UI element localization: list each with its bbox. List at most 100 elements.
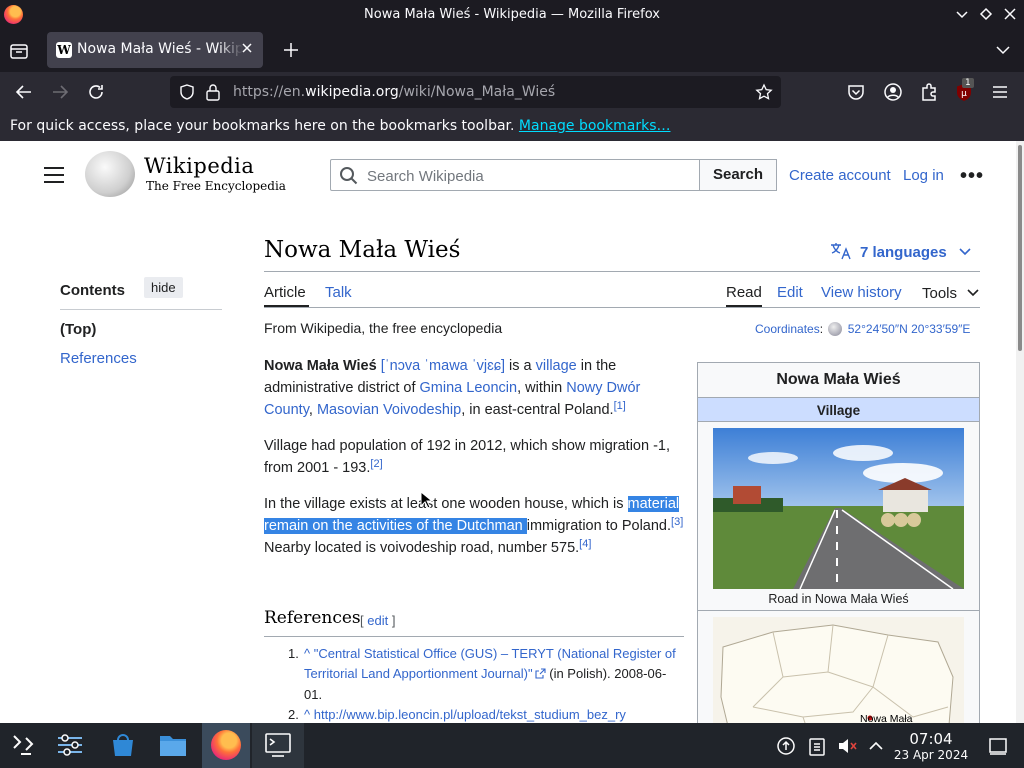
search-input[interactable] bbox=[367, 165, 687, 187]
clock[interactable]: 07:04 23 Apr 2024 bbox=[880, 730, 982, 762]
main-menu-icon[interactable] bbox=[44, 167, 64, 183]
masovian-voivodeship-link[interactable]: Masovian Voivodeship bbox=[317, 402, 461, 418]
search-button[interactable]: Search bbox=[699, 159, 777, 191]
web-content: Wikipedia The Free Encyclopedia Search C… bbox=[0, 141, 1016, 723]
location-map[interactable]: Nowa Mała bbox=[713, 617, 964, 723]
infobox-title: Nowa Mała Wieś bbox=[776, 371, 901, 388]
clipboard-icon[interactable] bbox=[806, 735, 828, 757]
text-run: Nearby located is voivodeship road, numb… bbox=[264, 540, 580, 556]
close-window-icon[interactable] bbox=[1000, 4, 1020, 24]
tab-article[interactable]: Article bbox=[264, 284, 306, 301]
infobox-subtitle: Village bbox=[698, 397, 979, 422]
infobox-caption: Road in Nowa Mała Wieś bbox=[768, 592, 909, 606]
toc-title: Contents bbox=[60, 282, 125, 299]
ref-backlink[interactable]: ^ bbox=[304, 707, 310, 722]
discover-store-icon[interactable] bbox=[108, 730, 138, 760]
toc-item-references[interactable]: References bbox=[60, 350, 137, 367]
tabs-divider bbox=[264, 307, 980, 308]
address-bar[interactable]: https://en.wikipedia.org/wiki/Nowa_Mała_… bbox=[170, 76, 781, 108]
list-all-tabs-icon[interactable] bbox=[994, 41, 1012, 59]
network-icon[interactable] bbox=[775, 735, 797, 757]
terminal-icon bbox=[264, 731, 292, 763]
coordinates-value[interactable]: 52°24′50″N 20°33′59″E bbox=[848, 322, 971, 336]
forward-icon bbox=[49, 81, 71, 103]
village-link[interactable]: village bbox=[536, 358, 577, 374]
toc-hide-button[interactable]: hide bbox=[144, 277, 183, 298]
citation-1[interactable]: [1] bbox=[614, 400, 626, 412]
taskbar-firefox[interactable] bbox=[202, 723, 250, 768]
lock-icon[interactable] bbox=[205, 83, 221, 105]
paragraph-population: Village had population of 192 in 2012, w… bbox=[264, 435, 689, 479]
references-divider bbox=[264, 636, 684, 637]
clock-date: 23 Apr 2024 bbox=[893, 748, 969, 762]
pocket-icon[interactable] bbox=[845, 81, 867, 103]
back-icon[interactable] bbox=[13, 81, 35, 103]
file-manager-icon[interactable] bbox=[158, 730, 188, 760]
system-settings-icon[interactable] bbox=[55, 730, 85, 760]
tab-read[interactable]: Read bbox=[726, 284, 762, 301]
scrollbar-thumb[interactable] bbox=[1018, 145, 1022, 351]
search-box[interactable] bbox=[330, 159, 700, 191]
globe-icon bbox=[828, 322, 843, 336]
bookmark-star-icon[interactable] bbox=[755, 83, 773, 105]
page-scrollbar[interactable] bbox=[1016, 141, 1024, 723]
edit-section-link[interactable]: edit bbox=[367, 613, 388, 628]
navigation-toolbar: https://en.wikipedia.org/wiki/Nowa_Mała_… bbox=[0, 72, 1024, 112]
wikipedia-wordmark[interactable]: Wikipedia bbox=[144, 154, 254, 178]
coordinates[interactable]: Coordinates: 52°24′50″N 20°33′59″E bbox=[755, 322, 970, 336]
menu-hamburger-icon[interactable] bbox=[989, 81, 1011, 103]
citation-2[interactable]: [2] bbox=[370, 458, 382, 470]
toc-divider bbox=[60, 309, 222, 310]
volume-muted-icon[interactable] bbox=[836, 735, 858, 757]
taskbar: 07:04 23 Apr 2024 bbox=[0, 723, 1024, 768]
tools-menu[interactable]: Tools bbox=[922, 284, 979, 302]
village-photo[interactable] bbox=[713, 428, 964, 589]
toc-item-top[interactable]: (Top) bbox=[60, 321, 96, 338]
ublock-origin-icon[interactable]: μ 1 bbox=[953, 78, 975, 103]
app-launcher-icon[interactable] bbox=[8, 730, 38, 760]
url-text[interactable]: https://en.wikipedia.org/wiki/Nowa_Mała_… bbox=[233, 84, 555, 100]
shield-icon[interactable] bbox=[178, 83, 196, 105]
close-tab-icon[interactable] bbox=[238, 39, 256, 57]
ref-link-bip[interactable]: http://www.bip.leoncin.pl/upload/tekst_s… bbox=[314, 707, 626, 722]
gmina-leoncin-link[interactable]: Gmina Leoncin bbox=[420, 380, 518, 396]
tab-talk[interactable]: Talk bbox=[325, 284, 352, 301]
svg-text:μ: μ bbox=[961, 89, 967, 99]
ref-backlink[interactable]: ^ bbox=[304, 646, 310, 661]
log-in-link[interactable]: Log in bbox=[903, 167, 944, 184]
languages-label: 7 languages bbox=[860, 244, 947, 261]
url-domain: wikipedia.org bbox=[305, 84, 399, 100]
tab-active[interactable]: W Nowa Mała Wieś - Wikipedia bbox=[47, 32, 263, 68]
manage-bookmarks-link[interactable]: Manage bookmarks… bbox=[519, 118, 671, 134]
bracket-close: ] bbox=[388, 613, 396, 628]
ref-number: 1. bbox=[288, 646, 299, 661]
wikipedia-favicon-icon: W bbox=[56, 42, 72, 58]
map-label: Nowa Mała bbox=[860, 713, 913, 723]
site-sub: From Wikipedia, the free encyclopedia bbox=[264, 320, 503, 336]
minimize-icon[interactable] bbox=[952, 4, 972, 24]
maximize-icon[interactable] bbox=[976, 4, 996, 24]
infobox-divider bbox=[698, 610, 979, 611]
more-options-icon[interactable]: ••• bbox=[960, 165, 984, 188]
citation-3[interactable]: [3] bbox=[671, 516, 683, 528]
account-icon[interactable] bbox=[882, 81, 904, 103]
show-desktop-icon[interactable] bbox=[987, 735, 1009, 757]
citation-4[interactable]: [4] bbox=[579, 538, 591, 550]
wikipedia-logo-icon[interactable] bbox=[85, 151, 135, 197]
reload-icon[interactable] bbox=[85, 81, 107, 103]
new-tab-icon[interactable] bbox=[280, 39, 302, 61]
paragraph-intro: Nowa Mała Wieś [ˈnɔva ˈmawa ˈvjɛɕ] is a … bbox=[264, 355, 689, 421]
wikipedia-tagline: The Free Encyclopedia bbox=[146, 179, 286, 193]
extensions-icon[interactable] bbox=[918, 81, 940, 103]
window-titlebar: Nowa Mała Wieś - Wikipedia — Mozilla Fir… bbox=[0, 0, 1024, 29]
taskbar-terminal[interactable] bbox=[252, 723, 304, 768]
languages-button[interactable]: 7 languages bbox=[830, 242, 971, 264]
tab-view-history[interactable]: View history bbox=[821, 284, 902, 301]
url-path: /wiki/Nowa_Mała_Wieś bbox=[398, 84, 556, 100]
ipa-link[interactable]: [ˈnɔva ˈmawa ˈvjɛɕ] bbox=[381, 358, 505, 374]
page-title: Nowa Mała Wieś bbox=[264, 237, 461, 263]
create-account-link[interactable]: Create account bbox=[789, 167, 891, 184]
tab-edit[interactable]: Edit bbox=[777, 284, 803, 301]
text-run: Village had population of 192 in 2012, w… bbox=[264, 438, 670, 476]
firefox-view-icon[interactable] bbox=[8, 40, 30, 62]
